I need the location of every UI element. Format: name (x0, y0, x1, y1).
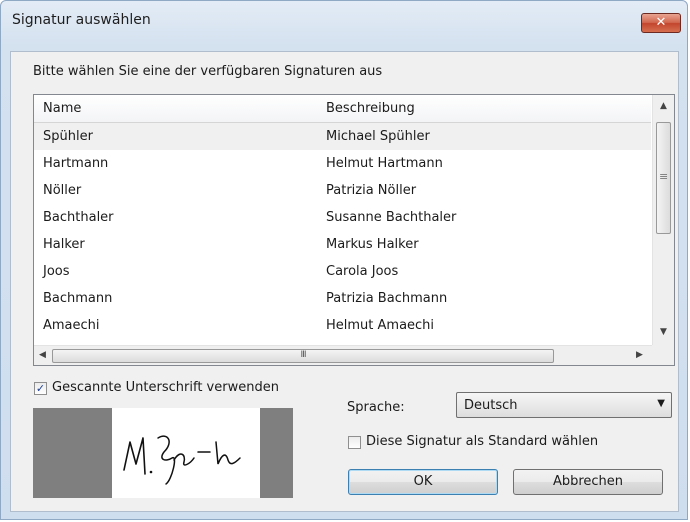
horizontal-scroll-thumb[interactable]: III (52, 349, 554, 363)
scanned-signature-label[interactable]: Gescannte Unterschrift verwenden (52, 380, 279, 395)
checkmark-icon: ✓ (35, 382, 46, 395)
ok-button[interactable]: OK (348, 469, 498, 495)
list-header: Name Beschreibung (34, 95, 651, 123)
scrollbar-corner (652, 345, 674, 365)
cell-description: Patrizia Nöller (326, 183, 417, 198)
scroll-right-icon[interactable]: ▶ (636, 350, 643, 360)
default-signature-checkbox[interactable] (348, 436, 361, 449)
signature-dialog: Signatur auswählen ✕ Bitte wählen Sie ei… (0, 0, 688, 520)
cell-description: Markus Halker (326, 237, 419, 252)
dialog-title: Signatur auswählen (12, 12, 151, 28)
language-select-value: Deutsch (464, 398, 518, 413)
cell-name: Bachmann (43, 291, 113, 306)
dialog-client-area: Bitte wählen Sie eine der verfügbaren Si… (10, 51, 679, 512)
cell-description: Michael Spühler (326, 129, 430, 144)
default-signature-label[interactable]: Diese Signatur als Standard wählen (366, 434, 598, 449)
table-row[interactable]: Nöller Patrizia Nöller (34, 177, 651, 204)
cell-name: Spühler (43, 129, 93, 144)
cell-name: Amaechi (43, 318, 100, 333)
table-row[interactable]: Halker Markus Halker (34, 231, 651, 258)
cell-name: Nöller (43, 183, 82, 198)
scanned-signature-checkbox[interactable]: ✓ (34, 382, 47, 395)
table-row[interactable]: Hartmann Helmut Hartmann (34, 150, 651, 177)
cancel-button[interactable]: Abbrechen (513, 469, 663, 495)
instruction-text: Bitte wählen Sie eine der verfügbaren Si… (33, 64, 383, 79)
table-row[interactable]: Bachthaler Susanne Bachthaler (34, 204, 651, 231)
cell-description: Carola Joos (326, 264, 399, 279)
column-header-description[interactable]: Beschreibung (317, 95, 651, 122)
close-button[interactable]: ✕ (641, 13, 681, 33)
chevron-down-icon: ▼ (657, 398, 665, 409)
table-row[interactable]: Joos Carola Joos (34, 258, 651, 285)
cell-description: Susanne Bachthaler (326, 210, 457, 225)
language-label: Sprache: (347, 400, 405, 415)
table-row[interactable]: Spühler Michael Spühler (34, 123, 651, 150)
signature-preview (33, 408, 293, 498)
table-row[interactable]: Amaechi Helmut Amaechi (34, 312, 651, 339)
signature-list[interactable]: Name Beschreibung Spühler Michael Spühler… (33, 94, 675, 366)
vertical-scroll-thumb[interactable]: ≡ (656, 122, 671, 234)
cell-name: Halker (43, 237, 85, 252)
language-select[interactable]: Deutsch ▼ (456, 392, 672, 418)
cell-name: Bachthaler (43, 210, 114, 225)
cell-description: Patrizia Bachmann (326, 291, 448, 306)
scroll-left-icon[interactable]: ◀ (39, 350, 46, 360)
scroll-up-icon[interactable]: ▲ (660, 101, 667, 111)
title-bar[interactable]: Signatur auswählen ✕ (1, 1, 687, 39)
cell-description: Helmut Hartmann (326, 156, 443, 171)
grip-icon: III (300, 350, 307, 360)
list-rows: Spühler Michael Spühler Hartmann Helmut Har… (34, 123, 651, 339)
grip-icon: ≡ (659, 170, 669, 183)
signature-image (112, 408, 260, 498)
vertical-scrollbar[interactable]: ▲ ≡ ▼ (652, 95, 674, 345)
close-icon: ✕ (655, 15, 667, 30)
column-header-name[interactable]: Name (34, 95, 317, 122)
scroll-down-icon[interactable]: ▼ (660, 327, 667, 337)
cell-name: Joos (43, 264, 70, 279)
cell-name: Hartmann (43, 156, 109, 171)
table-row[interactable]: Bachmann Patrizia Bachmann (34, 285, 651, 312)
cell-description: Helmut Amaechi (326, 318, 435, 333)
horizontal-scrollbar[interactable]: ◀ III ▶ (34, 345, 652, 365)
